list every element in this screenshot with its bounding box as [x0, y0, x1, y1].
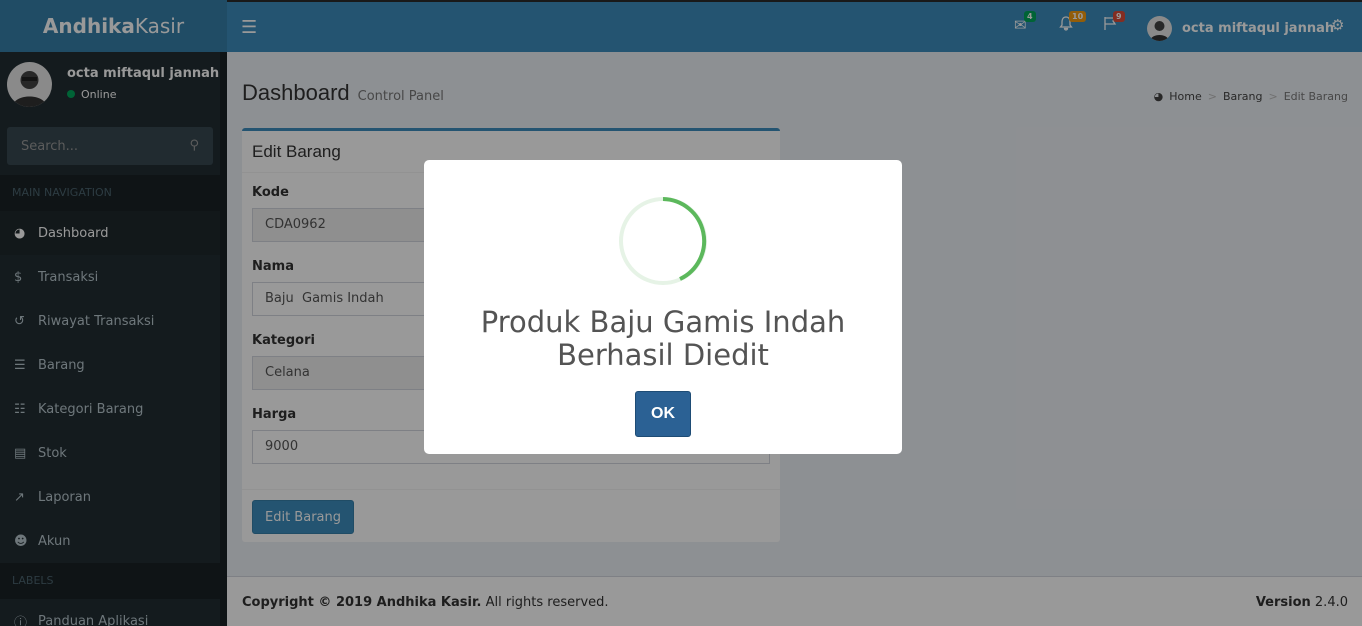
loading-spinner-icon: [619, 197, 707, 285]
success-dialog: Produk Baju Gamis Indah Berhasil Diedit …: [424, 160, 902, 454]
dialog-message: Produk Baju Gamis Indah Berhasil Diedit: [480, 305, 846, 372]
ok-button[interactable]: OK: [635, 391, 691, 437]
